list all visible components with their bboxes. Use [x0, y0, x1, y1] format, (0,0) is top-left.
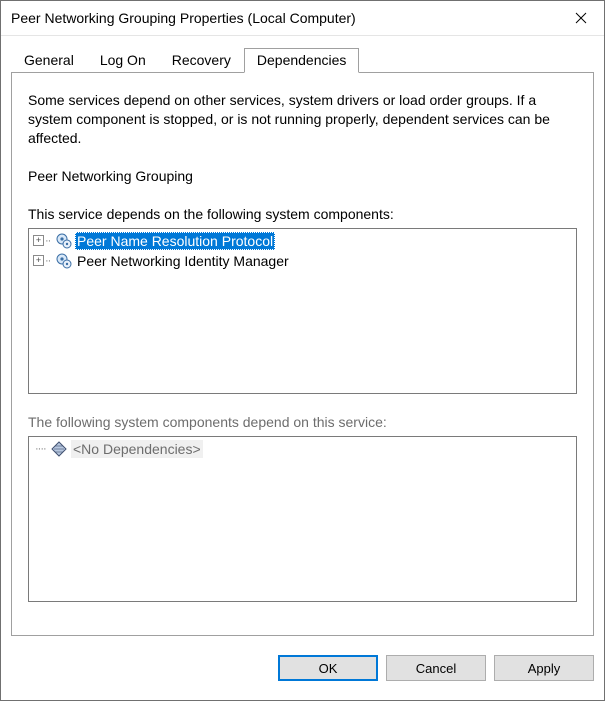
- close-icon: [575, 12, 587, 24]
- tab-logon[interactable]: Log On: [87, 48, 159, 72]
- gear-icon: [55, 232, 73, 250]
- tree-node-label: <No Dependencies>: [71, 440, 203, 458]
- tree-connector-icon: ··: [45, 255, 55, 267]
- tab-general[interactable]: General: [11, 48, 87, 72]
- tree-node[interactable]: ···· <No Dependencies>: [31, 439, 574, 459]
- dependents-tree[interactable]: ···· <No Dependencies>: [28, 436, 577, 602]
- apply-button[interactable]: Apply: [494, 655, 594, 681]
- tree-connector-icon: ····: [35, 443, 45, 455]
- tree-node[interactable]: + ·· Peer Name Resolution Protocol: [31, 231, 574, 251]
- dependents-label: The following system components depend o…: [28, 414, 577, 430]
- dialog-window: Peer Networking Grouping Properties (Loc…: [0, 0, 605, 701]
- description-text: Some services depend on other services, …: [28, 91, 577, 148]
- depends-on-tree[interactable]: + ·· Peer Name Resolution Protocol +: [28, 228, 577, 394]
- diamond-icon: [51, 441, 67, 457]
- titlebar: Peer Networking Grouping Properties (Loc…: [1, 1, 604, 36]
- cancel-button[interactable]: Cancel: [386, 655, 486, 681]
- close-button[interactable]: [558, 2, 604, 34]
- tab-recovery[interactable]: Recovery: [159, 48, 244, 72]
- tabstrip: General Log On Recovery Dependencies: [11, 48, 594, 72]
- service-name: Peer Networking Grouping: [28, 168, 577, 184]
- gear-icon: [55, 252, 73, 270]
- ok-button[interactable]: OK: [278, 655, 378, 681]
- expand-icon[interactable]: +: [33, 255, 44, 266]
- tree-node[interactable]: + ·· Peer Networking Identity Manager: [31, 251, 574, 271]
- tree-connector-icon: ··: [45, 235, 55, 247]
- tree-node-label[interactable]: Peer Name Resolution Protocol: [75, 232, 275, 250]
- client-area: General Log On Recovery Dependencies Som…: [1, 36, 604, 646]
- tabpage-dependencies: Some services depend on other services, …: [11, 72, 594, 636]
- button-bar: OK Cancel Apply: [1, 646, 604, 700]
- tree-node-label[interactable]: Peer Networking Identity Manager: [75, 252, 291, 270]
- depends-on-label: This service depends on the following sy…: [28, 206, 577, 222]
- tab-dependencies[interactable]: Dependencies: [244, 48, 360, 73]
- window-title: Peer Networking Grouping Properties (Loc…: [11, 10, 558, 26]
- expand-icon[interactable]: +: [33, 235, 44, 246]
